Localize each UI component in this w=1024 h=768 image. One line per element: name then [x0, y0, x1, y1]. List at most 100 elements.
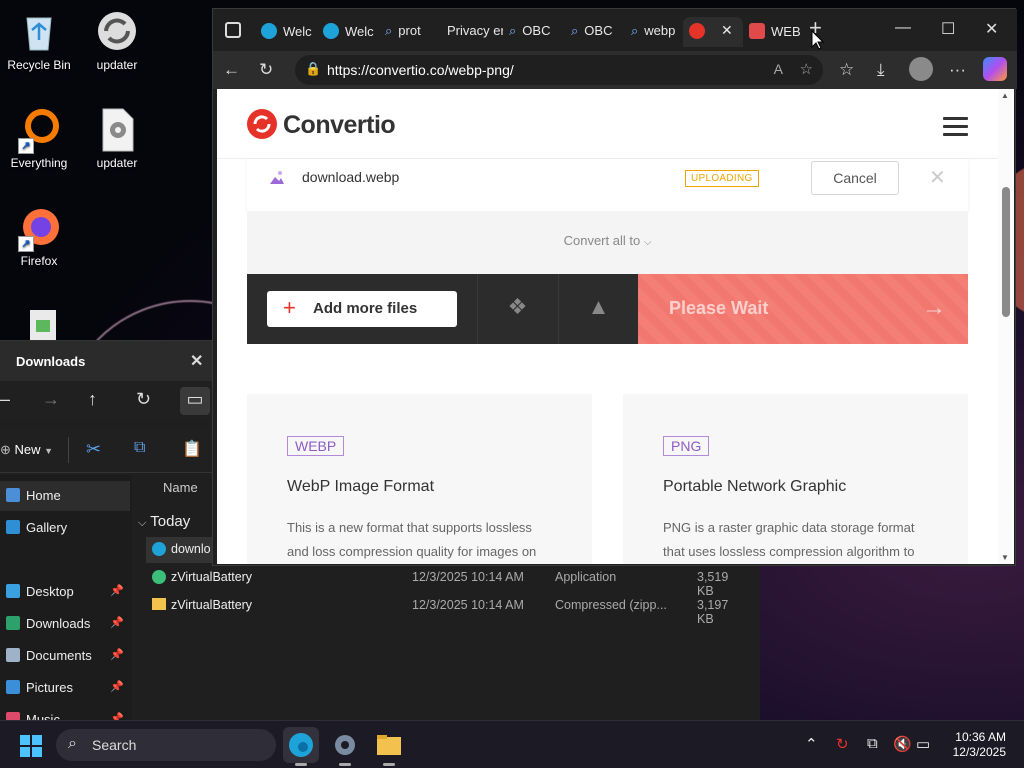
column-header-name[interactable]: Name [163, 480, 198, 495]
favorites-icon[interactable]: ☆ [839, 60, 854, 80]
group-header-today[interactable]: ⌵ Today [138, 513, 190, 530]
image-file-icon [269, 169, 285, 190]
search-icon: ⌕ [509, 23, 517, 38]
explorer-command-bar: ⊕ New ▼ ✂ ⧉ 📋 [0, 429, 212, 473]
action-bar: + Add more files ❖ ▲ Please Wait → [247, 274, 968, 344]
updater-file-icon [94, 106, 140, 152]
sidebar-item-gallery[interactable]: Gallery [0, 513, 130, 543]
pin-icon: 📌 [110, 617, 124, 629]
dropbox-button[interactable]: ❖ [477, 274, 557, 344]
refresh-icon[interactable]: ↻ [259, 60, 273, 80]
convertio-logo-icon [247, 109, 277, 139]
sidebar-item-downloads[interactable]: Downloads 📌 [0, 609, 130, 639]
tab-search-webp[interactable]: ⌕ webp [631, 17, 683, 47]
copy-icon[interactable]: ⧉ [134, 439, 145, 457]
convert-button-please-wait[interactable]: Please Wait → [638, 274, 968, 344]
tab-privacy[interactable]: Privacy er [447, 17, 503, 47]
scroll-up-icon[interactable]: ▲ [1001, 91, 1009, 100]
profile-avatar[interactable] [909, 57, 933, 81]
close-window-icon[interactable]: ✕ [985, 19, 998, 39]
url-field[interactable]: 🔒 https://convertio.co/webp-png/ A ☆ [295, 55, 823, 85]
new-button[interactable]: ⊕ New ▼ [0, 442, 53, 458]
tab-welcome-2[interactable]: Welc [323, 17, 381, 47]
cancel-button[interactable]: Cancel [811, 161, 899, 195]
tab-actions-icon[interactable] [225, 22, 241, 38]
windows-start-icon[interactable] [20, 735, 42, 762]
refresh-icon[interactable]: ↻ [136, 389, 151, 410]
desktop-icon-recycle-bin[interactable]: Recycle Bin [0, 8, 78, 72]
taskbar-app-file-explorer[interactable] [371, 727, 407, 766]
tab-search-obc-1[interactable]: ⌕ OBC [509, 17, 565, 47]
search-icon: ⌕ [385, 23, 393, 38]
tab-label: OBC [584, 23, 613, 38]
edge-icon [261, 23, 277, 39]
convertio-logo[interactable]: Convertio [247, 109, 396, 140]
view-icon[interactable]: ▭ [180, 387, 210, 415]
read-aloud-icon[interactable]: A [774, 61, 783, 77]
favorite-star-icon[interactable]: ☆ [800, 60, 813, 78]
format-tag[interactable]: WEBP [287, 436, 345, 456]
file-name: zVirtualBattery [171, 570, 253, 584]
tab-search-obc-2[interactable]: ⌕ OBC [571, 17, 627, 47]
tab-label: Welc [345, 24, 374, 39]
close-icon[interactable]: ✕ [190, 351, 203, 371]
back-icon[interactable]: ← [223, 60, 240, 80]
file-date: 12/3/2025 10:14 AM [412, 598, 524, 612]
pin-icon: 📌 [110, 585, 124, 597]
battery-icon[interactable]: ▭ [916, 735, 930, 753]
paste-icon[interactable]: 📋 [182, 439, 202, 459]
file-name: downlo [171, 542, 211, 556]
hamburger-menu-icon[interactable] [943, 117, 968, 141]
page-scrollbar[interactable]: ▲ ▼ [998, 89, 1014, 564]
file-row[interactable]: zVirtualBattery 12/3/2025 10:14 AM Appli… [146, 565, 746, 598]
sync-tray-icon[interactable]: ↻ [836, 735, 849, 753]
desktop-icon-firefox[interactable]: ↗ Firefox [0, 204, 78, 268]
explorer-tab[interactable]: Downloads ✕ [0, 341, 212, 381]
tab-welcome-1[interactable]: Welc [261, 17, 319, 47]
display-tray-icon[interactable]: ⧉ [867, 735, 878, 752]
sidebar-item-desktop[interactable]: Desktop 📌 [0, 577, 130, 607]
desktop-icon [6, 584, 20, 598]
taskbar-app-settings[interactable] [327, 727, 363, 766]
sidebar-item-pictures[interactable]: Pictures 📌 [0, 673, 130, 703]
downloads-icon[interactable]: ⤓ [877, 60, 885, 80]
sidebar-item-home[interactable]: Home [0, 481, 130, 511]
desktop-icon-label: Recycle Bin [7, 58, 71, 72]
file-date: 12/3/2025 10:14 AM [412, 570, 524, 584]
file-row[interactable]: zVirtualBattery 12/3/2025 10:14 AM Compr… [146, 593, 746, 626]
convert-all-dropdown[interactable]: Convert all to ⌵ [247, 211, 968, 274]
sidebar-item-documents[interactable]: Documents 📌 [0, 641, 130, 671]
desktop-icon-updater-file[interactable]: updater [78, 106, 156, 170]
desktop-icon-everything[interactable]: ↗ Everything [0, 106, 78, 170]
file-explorer-icon [377, 735, 401, 755]
taskbar-app-edge[interactable] [283, 727, 319, 766]
taskbar-search[interactable]: ⌕ Search [56, 729, 276, 761]
url-text: https://convertio.co/webp-png/ [327, 62, 514, 78]
tab-convertio[interactable]: ✕ [683, 17, 743, 47]
up-icon[interactable]: ↑ [88, 389, 97, 410]
format-tag[interactable]: PNG [663, 436, 710, 456]
cut-icon[interactable]: ✂ [86, 439, 101, 460]
volume-muted-icon[interactable]: 🔇 [893, 735, 912, 753]
tab-label: WEB [771, 24, 801, 39]
close-tab-icon[interactable]: ✕ [721, 22, 733, 39]
copilot-icon[interactable] [983, 57, 1007, 81]
file-row[interactable]: downlo [146, 537, 218, 563]
more-options-icon[interactable]: ··· [949, 60, 966, 80]
maximize-icon[interactable]: ☐ [941, 19, 955, 39]
tab-search-prot[interactable]: ⌕ prot [385, 17, 441, 47]
scrollbar-thumb[interactable] [1002, 187, 1010, 317]
format-card-webp: WEBP WebP Image Format This is a new for… [247, 394, 592, 564]
tab-web[interactable]: WEB [749, 17, 803, 47]
minimize-icon[interactable]: — [895, 19, 911, 37]
file-type: Compressed (zipp... [555, 598, 667, 612]
back-icon[interactable]: – [0, 389, 10, 410]
google-drive-button[interactable]: ▲ [558, 274, 638, 344]
remove-file-icon[interactable]: ✕ [929, 165, 946, 190]
scroll-down-icon[interactable]: ▼ [1001, 553, 1009, 562]
chevron-up-icon[interactable]: ⌃ [805, 735, 818, 753]
desktop-icon-updater[interactable]: updater [78, 8, 156, 72]
forward-icon[interactable]: → [42, 389, 60, 410]
system-clock[interactable]: 10:36 AM 12/3/2025 [953, 730, 1006, 760]
add-more-files-button[interactable]: + Add more files [267, 291, 457, 327]
